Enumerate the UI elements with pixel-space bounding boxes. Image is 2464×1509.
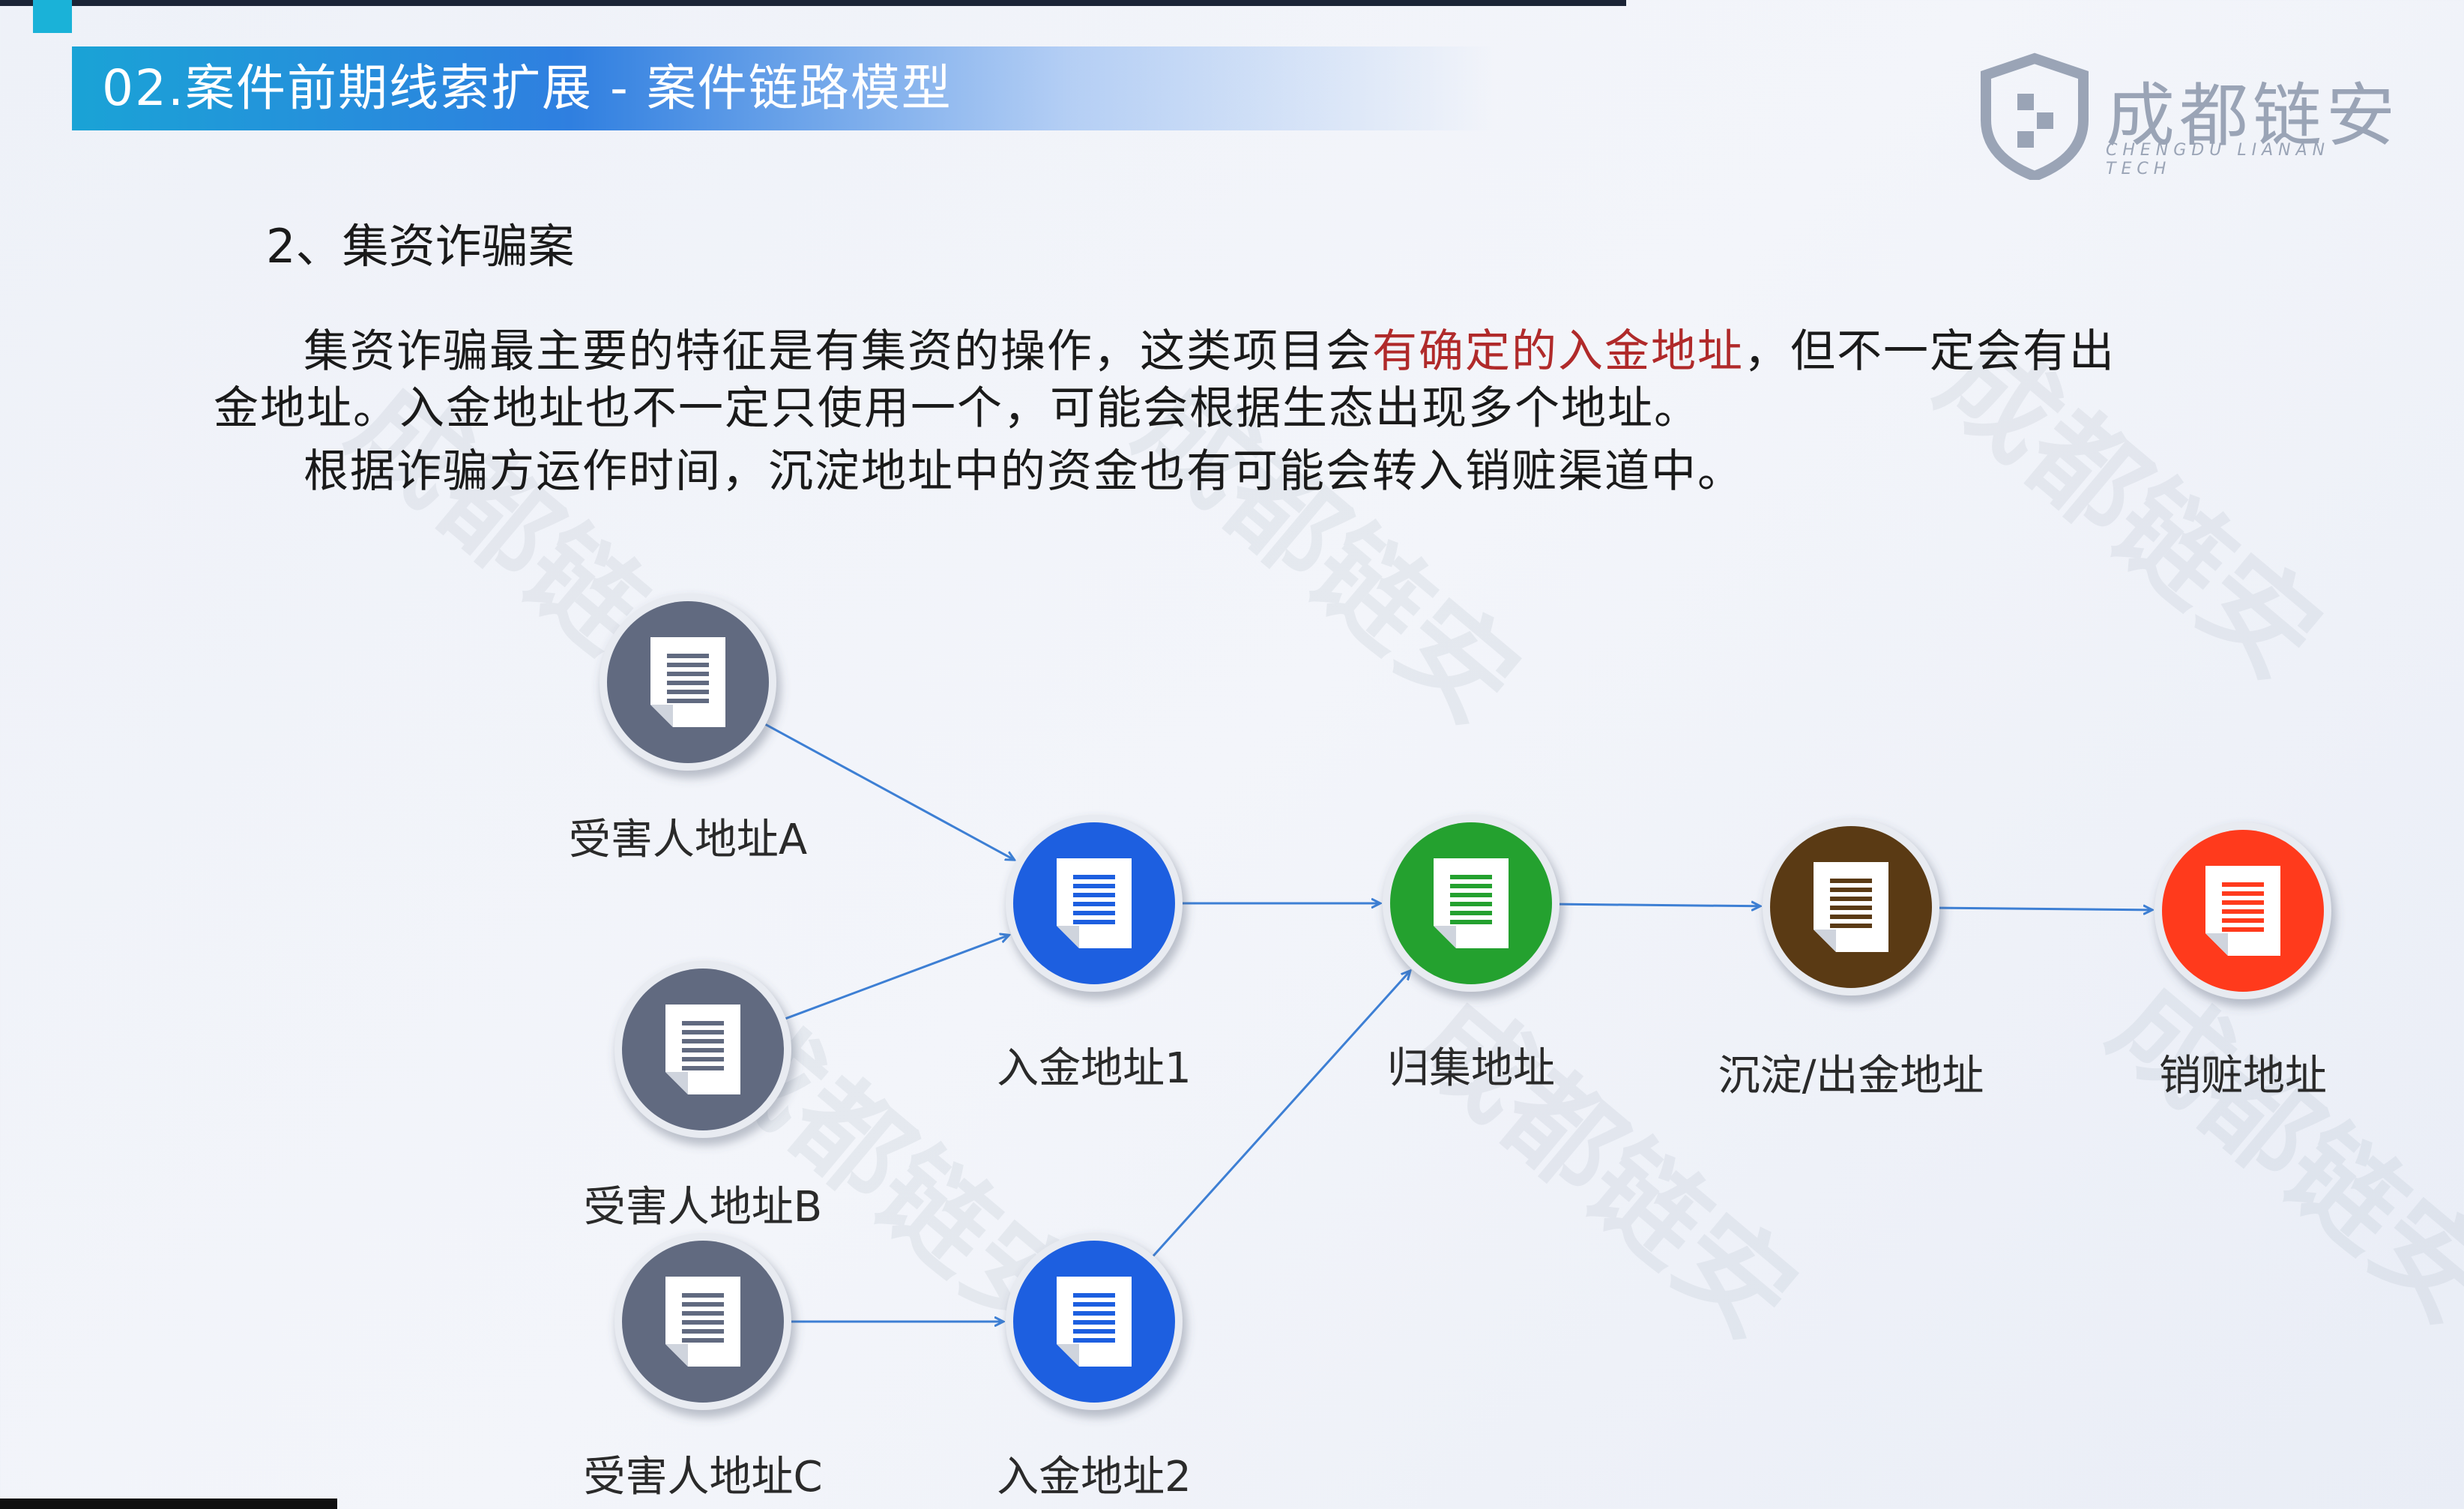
document-icon — [665, 1277, 740, 1367]
node-deposit2 — [1006, 1233, 1187, 1418]
document-icon — [1814, 862, 1888, 952]
node-label-victimA: 受害人地址A — [568, 816, 808, 864]
edge-deposit2-to-collect — [1152, 972, 1410, 1257]
node-label-settle: 沉淀/出金地址 — [1718, 1052, 1984, 1100]
document-icon — [2205, 866, 2280, 956]
node-label-collect: 归集地址 — [1387, 1044, 1555, 1093]
node-label-deposit2: 入金地址2 — [997, 1453, 1192, 1502]
node-launder — [2155, 822, 2336, 1007]
node-label-victimB: 受害人地址B — [583, 1183, 823, 1232]
document-icon — [665, 1005, 740, 1094]
document-icon — [1057, 858, 1132, 948]
node-deposit1 — [1006, 815, 1187, 999]
node-victimA — [600, 594, 781, 778]
edge-victimB-to-deposit1 — [785, 936, 1009, 1020]
bottom-border-line — [0, 1499, 337, 1509]
node-settle — [1763, 819, 1944, 1003]
node-victimB — [615, 961, 796, 1145]
edge-collect-to-settle — [1559, 904, 1760, 906]
node-label-launder: 销赃地址 — [2159, 1052, 2327, 1100]
edge-settle-to-launder — [1939, 908, 2152, 910]
node-label-deposit1: 入金地址1 — [997, 1044, 1192, 1093]
flow-diagram — [600, 594, 2336, 1418]
document-icon — [1434, 858, 1509, 948]
document-icon — [650, 637, 725, 727]
node-label-victimC: 受害人地址C — [583, 1453, 823, 1502]
node-victimC — [615, 1233, 796, 1418]
document-icon — [1057, 1277, 1132, 1367]
node-collect — [1383, 815, 1564, 999]
